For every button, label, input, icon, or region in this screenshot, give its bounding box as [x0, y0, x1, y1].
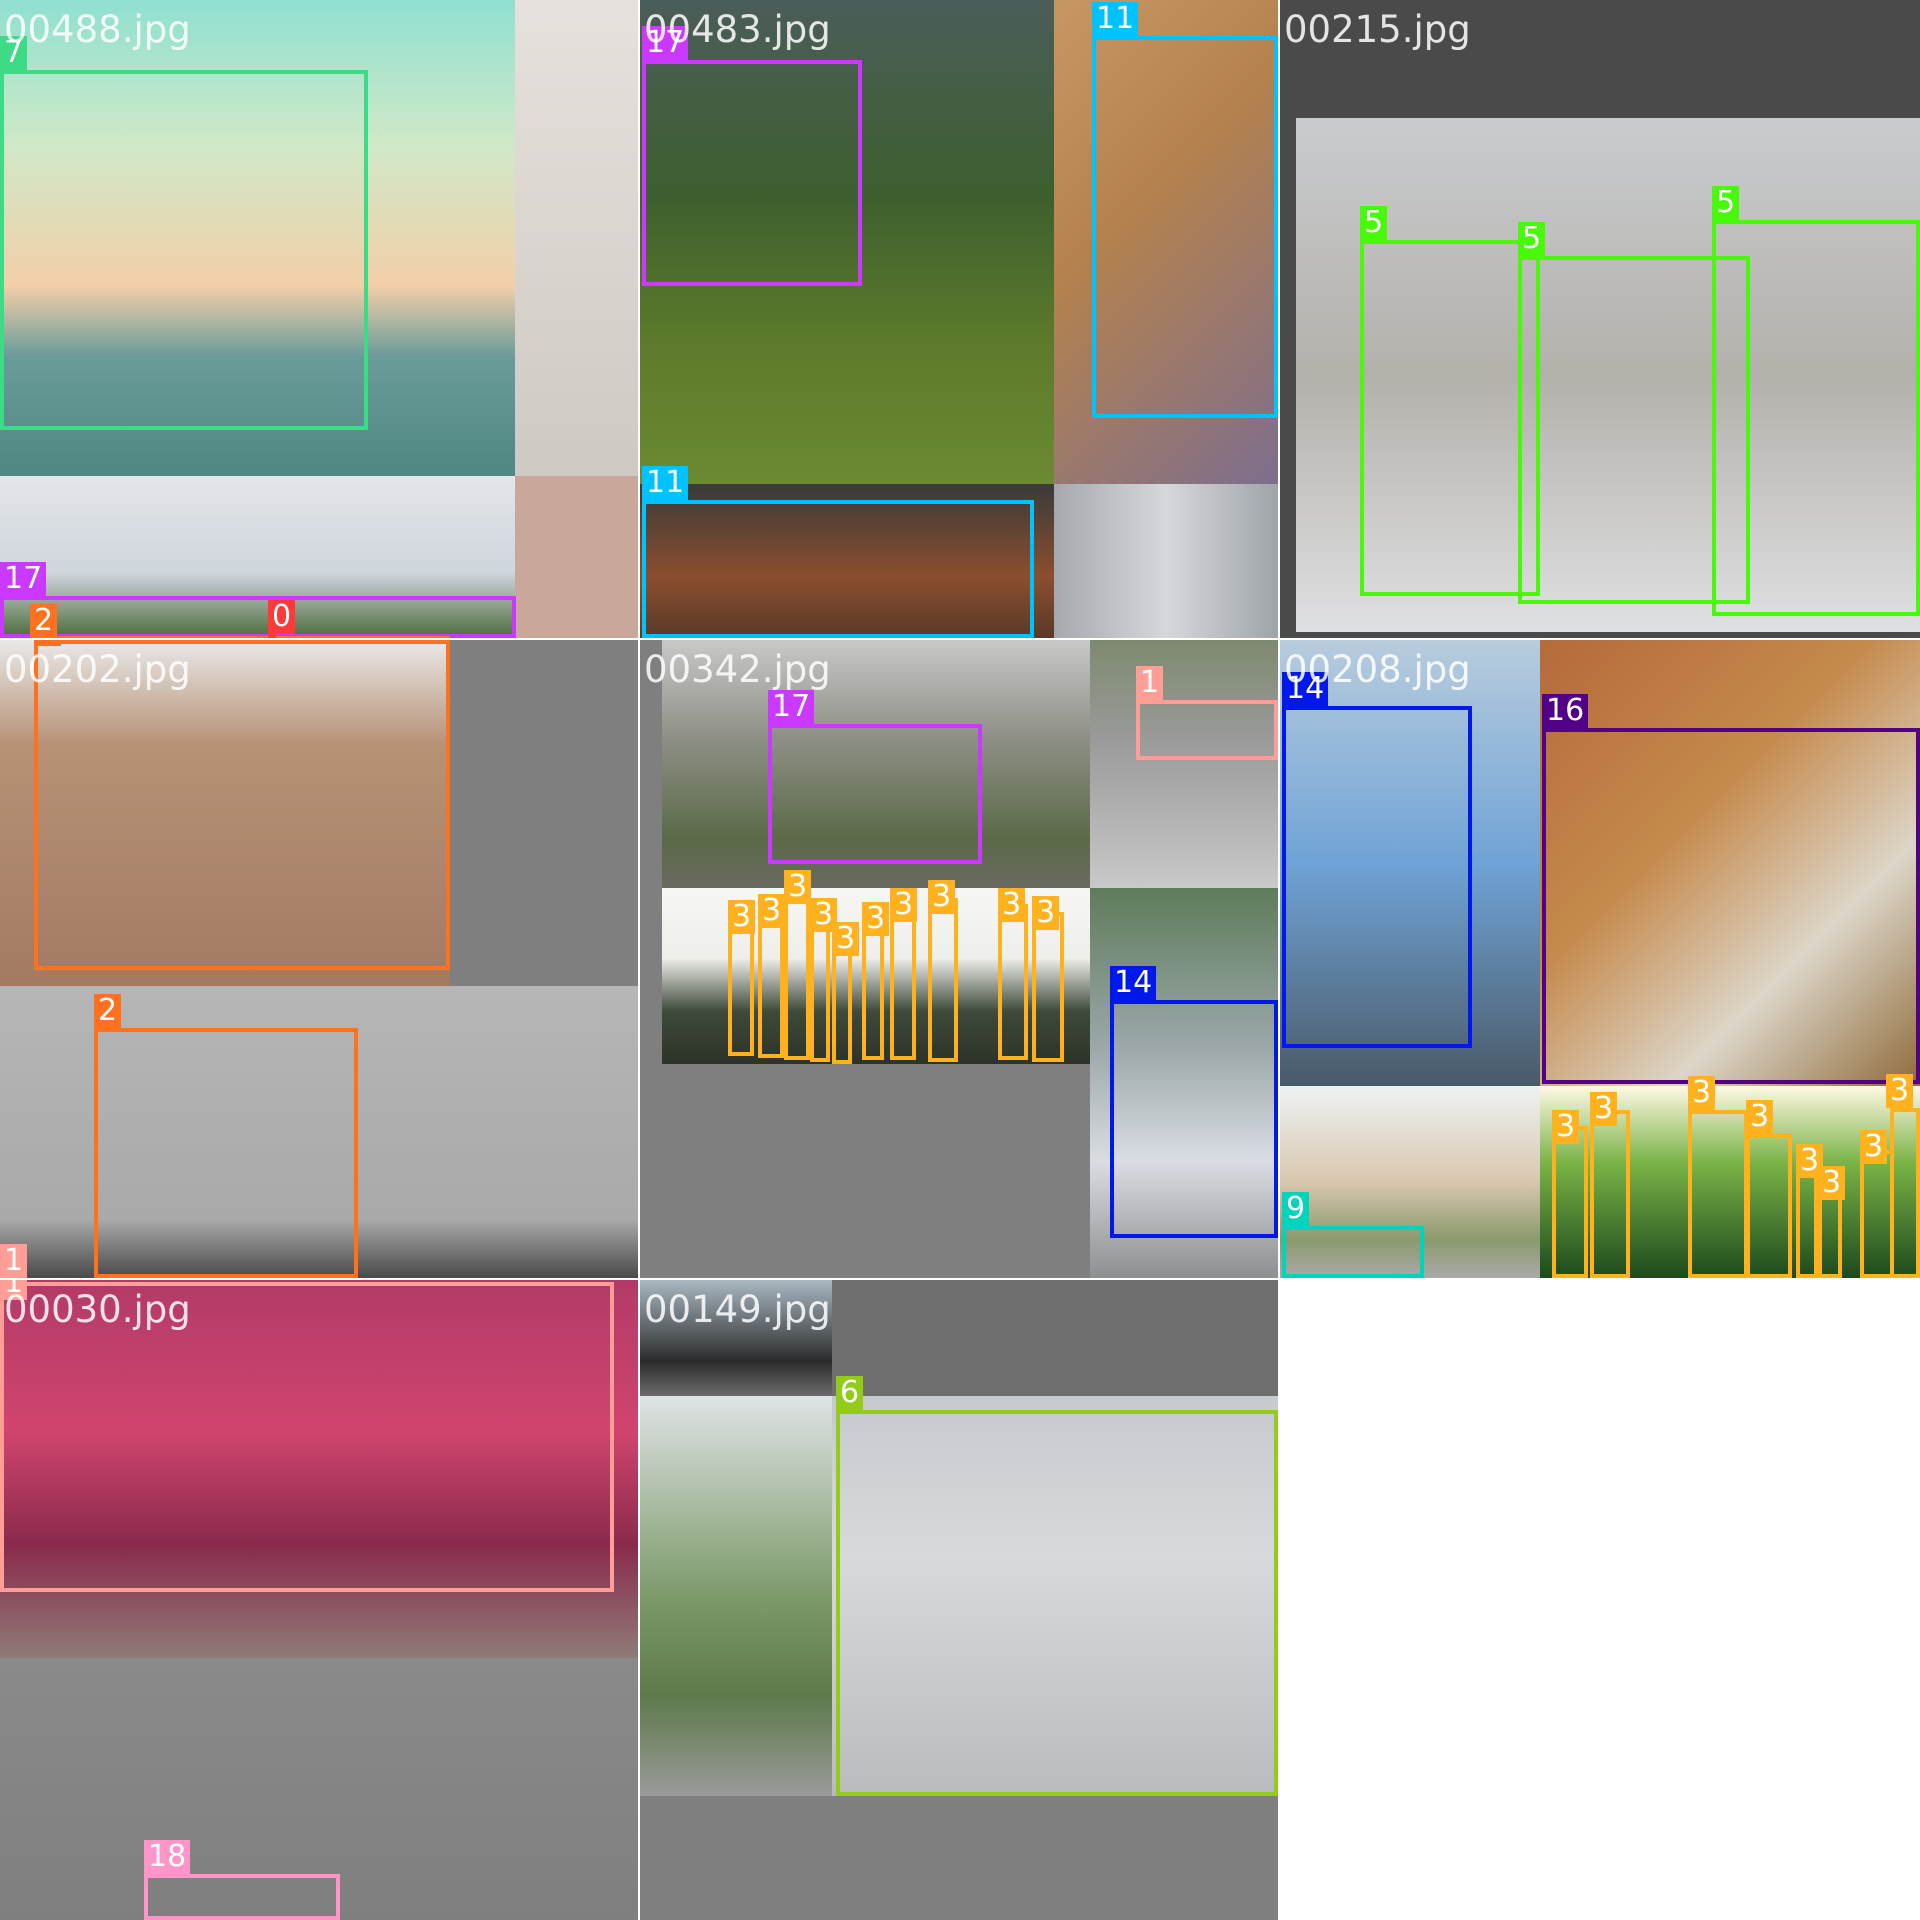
- detection-box[interactable]: [1282, 1226, 1424, 1278]
- detection-box[interactable]: [1136, 700, 1278, 760]
- tile-00342[interactable]: 00342.jpg 17 1 3 3 3 3 3 3 3 3 3 3 14: [640, 640, 1278, 1278]
- detection-label: 3: [758, 894, 786, 928]
- detection-box[interactable]: [1688, 1110, 1748, 1278]
- detection-label: 3: [928, 880, 956, 914]
- detection-label: 3: [1746, 1100, 1774, 1134]
- detection-label: 5: [1360, 206, 1388, 240]
- tile-filename: 00488.jpg: [4, 8, 191, 51]
- curtain-photo: [1054, 484, 1278, 638]
- detection-label: 3: [784, 870, 812, 904]
- blurred-trees-photo: [640, 1396, 832, 1796]
- detection-box[interactable]: [1590, 1110, 1630, 1278]
- detection-label: 3: [1886, 1074, 1914, 1108]
- detection-label: 1: [0, 1244, 28, 1278]
- detection-box[interactable]: [810, 912, 830, 1062]
- detection-label: 1: [1136, 666, 1164, 700]
- detection-box[interactable]: [642, 60, 862, 286]
- detection-label: 2: [30, 604, 58, 638]
- detection-box[interactable]: [642, 500, 1034, 638]
- detection-box[interactable]: [1712, 220, 1920, 616]
- grass-photo: [515, 0, 638, 476]
- detection-box[interactable]: [1542, 728, 1920, 1084]
- detection-box[interactable]: [832, 940, 852, 1064]
- gray-fill: [450, 640, 638, 986]
- detection-label: 5: [1518, 222, 1546, 256]
- tile-filename: 00202.jpg: [4, 648, 191, 691]
- fabric-photo: [515, 476, 638, 638]
- detection-box[interactable]: [0, 596, 516, 638]
- tile-00483[interactable]: 00483.jpg 17 11 11: [640, 0, 1278, 638]
- grid-divider: [638, 0, 640, 1920]
- detection-label: 2: [94, 994, 122, 1028]
- detection-box[interactable]: [1110, 1000, 1278, 1238]
- tile-00149[interactable]: 00149.jpg 6: [640, 1280, 1278, 1920]
- detection-label: 3: [1552, 1110, 1580, 1144]
- detection-box[interactable]: [768, 724, 982, 864]
- detection-label: 18: [144, 1840, 191, 1874]
- detection-label: 5: [1712, 186, 1740, 220]
- tile-00215[interactable]: 00215.jpg 5 5 5: [1280, 0, 1920, 638]
- tile-filename: 00030.jpg: [4, 1288, 191, 1331]
- detection-box[interactable]: [144, 1874, 340, 1920]
- tile-filename: 00208.jpg: [1284, 648, 1471, 691]
- detection-box[interactable]: [928, 898, 958, 1062]
- detection-label: 3: [1860, 1130, 1888, 1164]
- detection-box[interactable]: [1890, 1108, 1920, 1278]
- detection-label: 6: [836, 1376, 864, 1410]
- detection-label: 3: [728, 900, 756, 934]
- grid-divider: [1278, 0, 1280, 1280]
- tile-00030[interactable]: 00030.jpg 1 18: [0, 1280, 638, 1920]
- detection-label: 3: [998, 888, 1026, 922]
- detection-label: 3: [862, 902, 890, 936]
- tile-00208[interactable]: 00208.jpg 14 16 9 3 3 3 3 3 3 3 3: [1280, 640, 1920, 1278]
- detection-label: 11: [1092, 2, 1139, 36]
- detection-box[interactable]: [1282, 706, 1472, 1048]
- detection-box[interactable]: [784, 890, 810, 1060]
- detection-box[interactable]: [1092, 36, 1278, 418]
- detection-box[interactable]: [758, 912, 784, 1058]
- detection-label: 3: [1688, 1076, 1716, 1110]
- detection-label: 14: [1110, 966, 1157, 1000]
- detection-box[interactable]: [1360, 240, 1540, 596]
- grid-divider: [0, 1278, 1920, 1280]
- detection-box[interactable]: [1860, 1150, 1894, 1278]
- detection-label: 3: [1590, 1092, 1618, 1126]
- tile-00488[interactable]: 00488.jpg 7 17 2 0: [0, 0, 638, 638]
- detection-box[interactable]: [998, 904, 1028, 1060]
- detection-label: 16: [1542, 694, 1589, 728]
- detection-box[interactable]: [1552, 1126, 1588, 1278]
- detection-box[interactable]: [0, 70, 368, 430]
- detection-label: 2: [34, 640, 62, 646]
- detection-label: 3: [832, 922, 860, 956]
- detection-box[interactable]: [1032, 912, 1064, 1062]
- detection-box[interactable]: [836, 1410, 1278, 1796]
- tile-filename: 00215.jpg: [1284, 8, 1471, 51]
- carpet-photo: [832, 1280, 1278, 1396]
- grid-divider: [0, 638, 1920, 640]
- car-photo: [1090, 640, 1278, 888]
- detection-label: 17: [768, 690, 815, 724]
- detection-label: 9: [1282, 1192, 1310, 1226]
- tile-filename: 00483.jpg: [644, 8, 831, 51]
- detection-label: 0: [268, 600, 296, 634]
- detection-label: 17: [0, 562, 47, 596]
- detection-label: 3: [890, 888, 918, 922]
- tile-00202[interactable]: 00202.jpg 2 2 1: [0, 640, 638, 1278]
- detection-box[interactable]: [890, 902, 916, 1060]
- detection-box[interactable]: [1796, 1164, 1818, 1278]
- detection-label: 3: [1032, 896, 1060, 930]
- detection-box[interactable]: [728, 916, 754, 1056]
- tile-filename: 00342.jpg: [644, 648, 831, 691]
- tile-filename: 00149.jpg: [644, 1288, 831, 1331]
- detection-box[interactable]: [94, 1028, 358, 1278]
- detection-box[interactable]: [862, 916, 884, 1060]
- mosaic-grid: 00488.jpg 7 17 2 0 00483.jpg 17 11 11 00…: [0, 0, 1920, 1920]
- detection-box[interactable]: [1746, 1134, 1792, 1278]
- detection-label: 3: [1818, 1166, 1846, 1200]
- detection-label: 11: [642, 466, 689, 500]
